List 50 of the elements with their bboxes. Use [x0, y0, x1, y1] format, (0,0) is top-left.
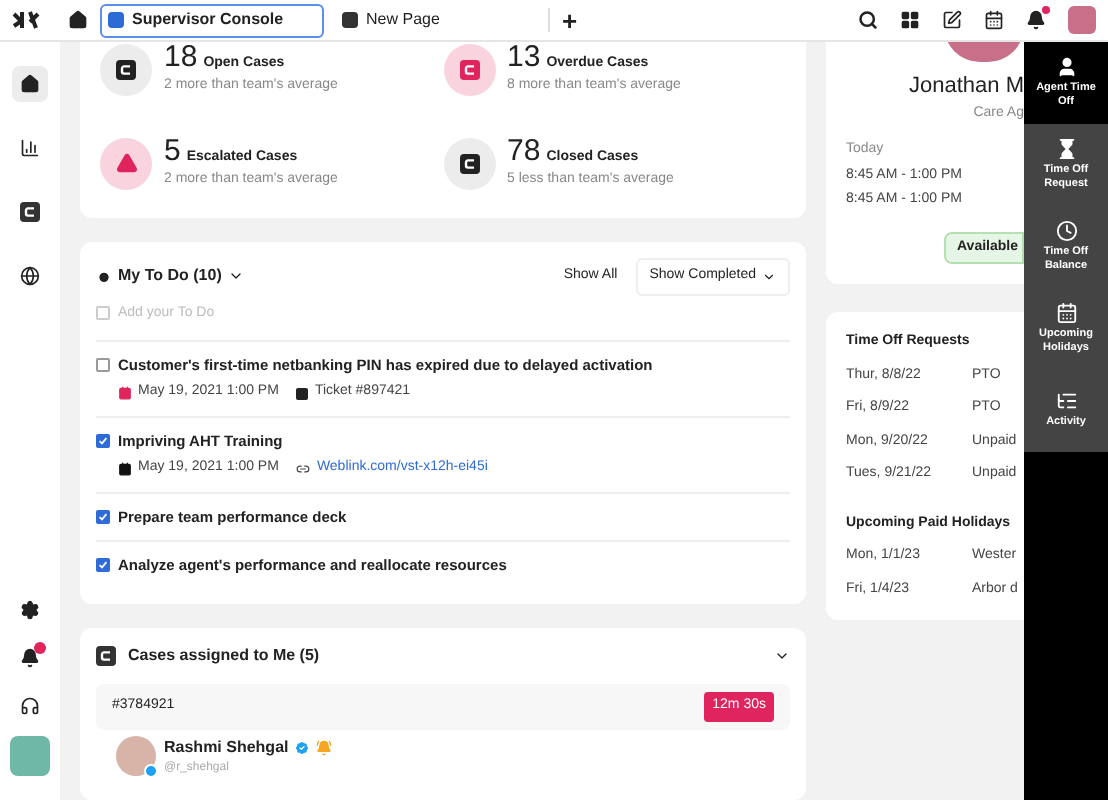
cases-title: Cases assigned to Me (5)	[128, 644, 320, 668]
avatar[interactable]	[1068, 6, 1096, 34]
search-icon[interactable]	[858, 10, 878, 30]
home-icon[interactable]	[20, 74, 40, 94]
checkbox[interactable]	[96, 509, 110, 524]
checkbox[interactable]	[96, 433, 110, 448]
page-tab[interactable]: New Page	[336, 3, 536, 37]
new-tab-button[interactable]: +	[562, 7, 578, 33]
page-tab[interactable]: Supervisor Console	[100, 3, 324, 37]
stat-value: 5	[164, 136, 181, 166]
link-icon	[296, 461, 311, 476]
bell-icon[interactable]	[1026, 10, 1046, 30]
stat-value: 13	[507, 42, 541, 72]
checkbox[interactable]	[96, 557, 110, 572]
grid-icon[interactable]	[900, 10, 920, 30]
logo-icon	[12, 10, 40, 30]
warning-icon	[115, 152, 137, 174]
globe-icon[interactable]	[20, 266, 40, 286]
customer-avatar	[116, 736, 156, 776]
home-icon[interactable]	[68, 10, 88, 30]
todo-title: My To Do (10)	[118, 264, 222, 289]
calendar-icon	[1055, 301, 1077, 324]
clock-icon	[1055, 219, 1077, 242]
notification-icon[interactable]	[20, 648, 40, 668]
checkbox[interactable]	[96, 358, 110, 373]
sidebar-item[interactable]	[12, 66, 48, 102]
case-icon	[96, 646, 116, 666]
edit-icon[interactable]	[942, 10, 962, 30]
calendar-icon[interactable]	[984, 10, 1004, 30]
settings-icon[interactable]	[20, 600, 40, 620]
activity-icon	[1055, 390, 1077, 413]
person-icon	[1055, 55, 1077, 78]
hourglass-icon	[1055, 137, 1077, 160]
case-icon	[116, 59, 136, 79]
case-icon	[459, 59, 479, 79]
caret-icon	[762, 269, 776, 284]
tab-icon	[108, 12, 124, 28]
headset-icon[interactable]	[20, 696, 40, 716]
case-icon	[20, 202, 40, 222]
tab-icon	[342, 12, 358, 28]
bell-icon	[316, 739, 333, 755]
checkbox[interactable]	[96, 306, 110, 321]
bar-chart-icon[interactable]	[20, 138, 40, 158]
agent-name: Jonathan M	[909, 72, 1024, 102]
case-icon	[459, 153, 479, 173]
stat-value: 18	[164, 42, 198, 72]
customer-name: Rashmi Shehgal	[164, 735, 289, 759]
stat-value: 78	[507, 136, 541, 166]
ticket-icon	[296, 387, 309, 399]
caret-icon[interactable]	[774, 648, 790, 664]
